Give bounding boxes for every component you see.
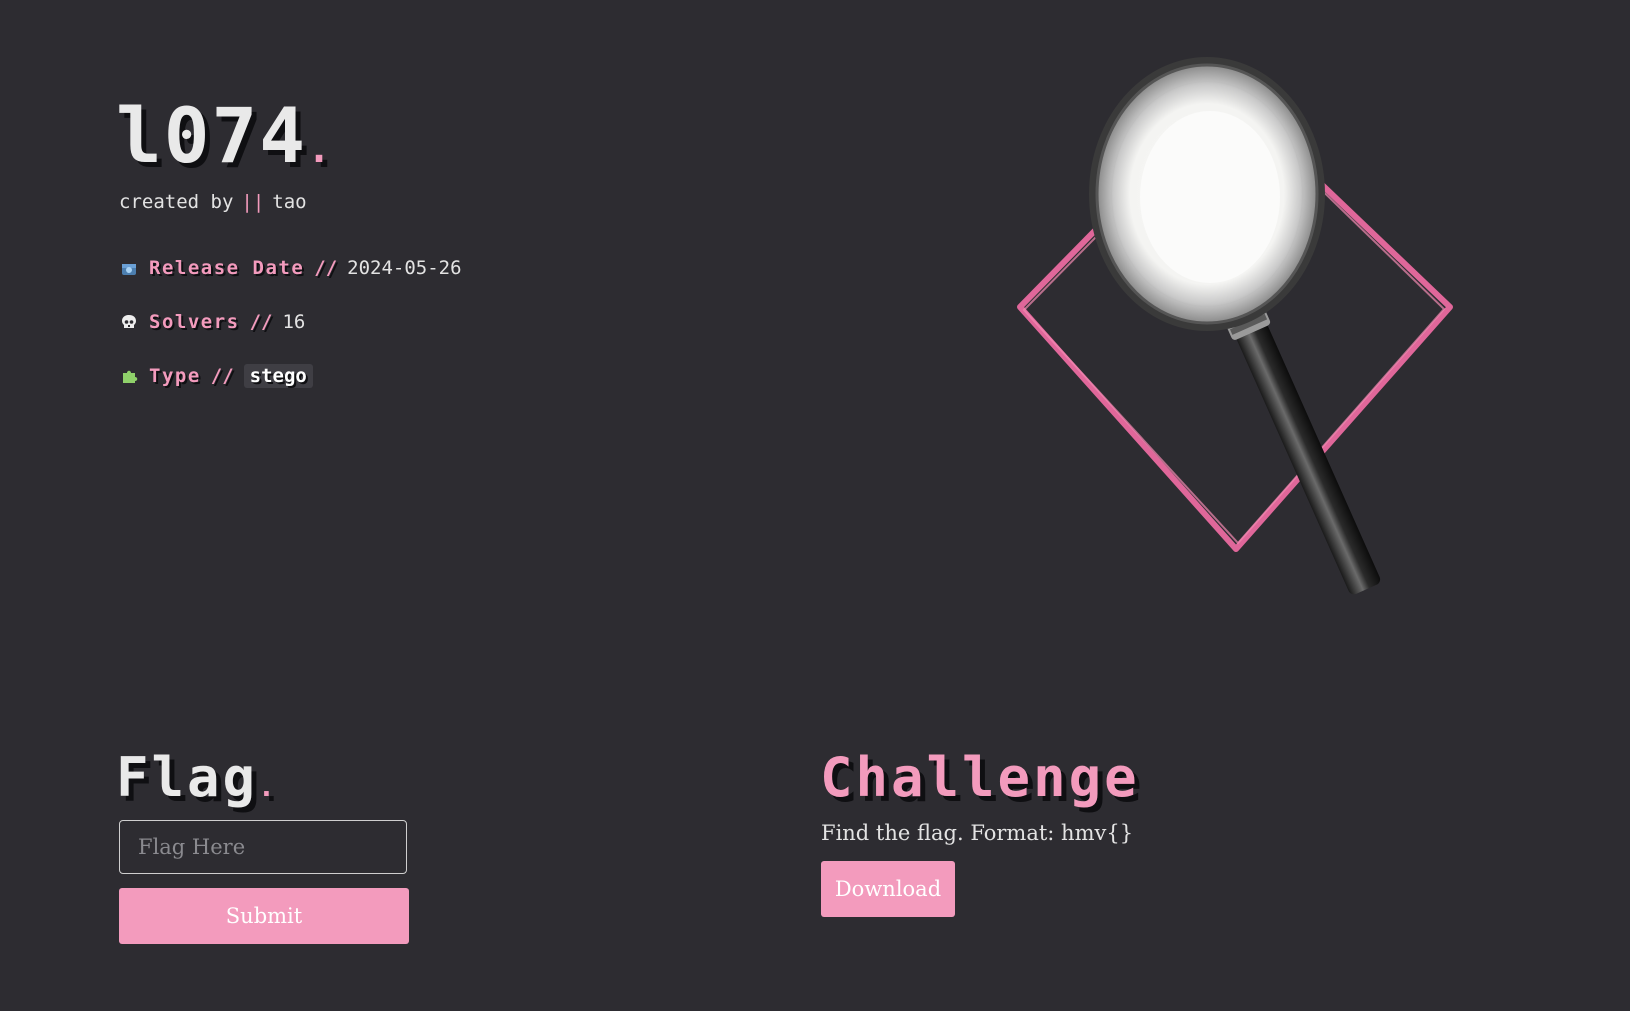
flag-section-title: Flag. [116,748,278,817]
created-by-label: created by [119,191,234,213]
magnifying-glass-illustration [1010,55,1460,625]
download-button[interactable]: Download [821,861,955,917]
calendar-icon [119,258,139,278]
flag-title-text: Flag [116,746,259,809]
type-sep: // [210,365,234,387]
creator-separator: || [241,191,265,213]
solvers-row: Solvers // 16 [119,311,305,333]
author-name: tao [272,191,307,213]
release-date-sep: // [314,257,338,279]
submit-button[interactable]: Submit [119,888,409,944]
solvers-sep: // [249,311,273,333]
type-row: Type // stego [119,364,313,388]
challenge-description: Find the flag. Format: hmv{} [821,821,1134,845]
skull-icon [119,312,139,332]
type-label: Type [149,365,201,387]
machine-title-dot: . [307,126,334,172]
release-date-value: 2024-05-26 [347,257,462,279]
creator-line: created by || tao [119,191,307,213]
flag-input[interactable] [119,820,407,874]
release-date-label: Release Date [149,257,305,279]
puzzle-icon [119,366,139,386]
challenge-section-title: Challenge [820,746,1140,809]
solvers-value: 16 [282,311,306,333]
release-date-row: Release Date // 2024-05-26 [119,257,462,279]
machine-title: l074. [116,98,333,187]
solvers-label: Solvers [149,311,240,333]
flag-title-dot: . [258,770,278,803]
machine-title-text: l074 [116,91,308,180]
type-value-badge: stego [243,364,313,388]
